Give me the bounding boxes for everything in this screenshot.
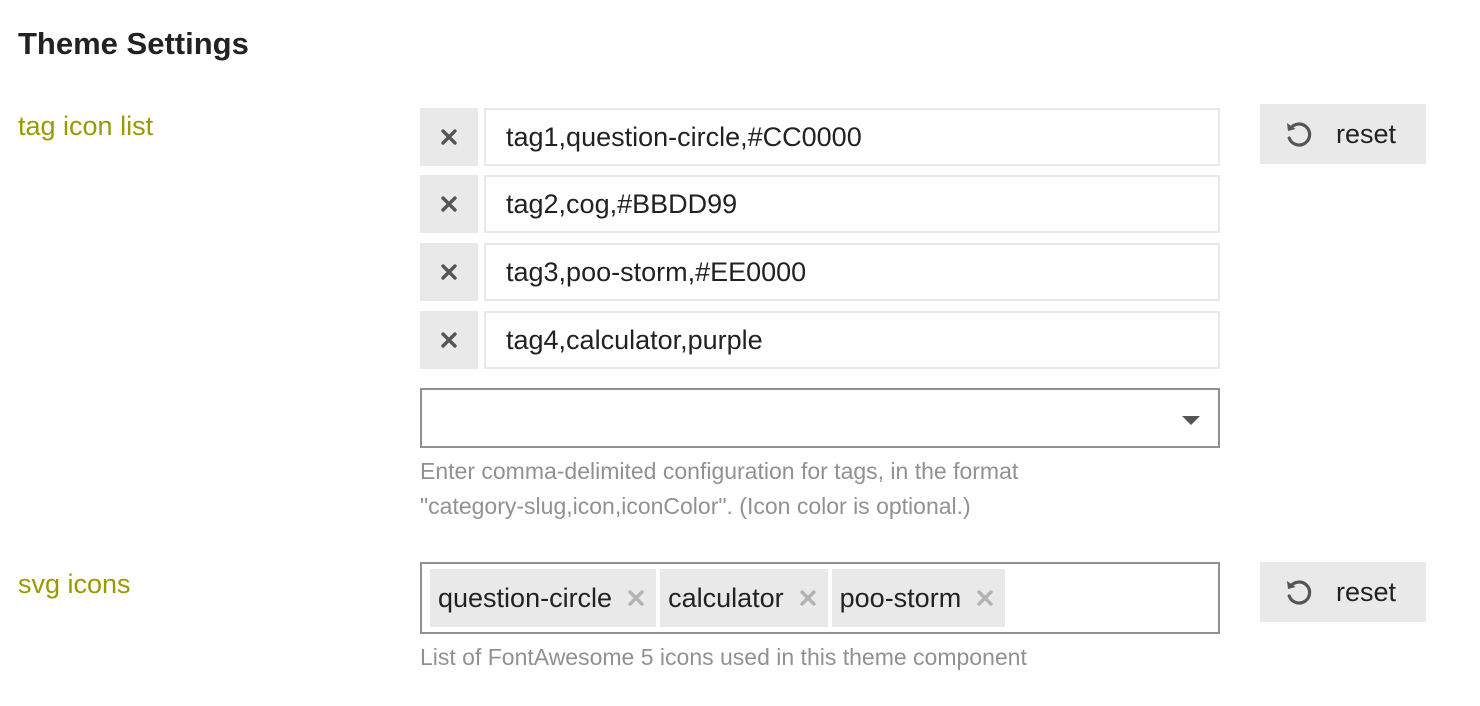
svg-icons-help: List of FontAwesome 5 icons used in this… xyxy=(420,644,1027,670)
remove-value-button[interactable] xyxy=(420,108,478,166)
svg-icons-chooser[interactable]: question-circle calculator poo-storm xyxy=(420,562,1220,634)
page-title: Theme Settings xyxy=(18,26,249,61)
chip[interactable]: calculator xyxy=(660,569,828,627)
remove-value-button[interactable] xyxy=(420,311,478,369)
times-icon xyxy=(441,264,457,280)
times-icon[interactable] xyxy=(975,588,995,608)
list-row xyxy=(420,243,1220,301)
reset-label: reset xyxy=(1336,118,1397,149)
remove-value-button[interactable] xyxy=(420,175,478,233)
reset-label: reset xyxy=(1336,576,1397,607)
chip[interactable]: poo-storm xyxy=(831,569,1006,627)
chip[interactable]: question-circle xyxy=(430,569,657,627)
reset-tag-icon-list-button[interactable]: reset xyxy=(1260,104,1426,164)
times-icon xyxy=(441,196,457,212)
help-line-1: Enter comma-delimited configuration for … xyxy=(420,458,1019,484)
help-line-2: "category-slug,icon,iconColor". (Icon co… xyxy=(420,493,971,519)
times-icon xyxy=(441,332,457,348)
value-input[interactable] xyxy=(484,108,1220,166)
add-value-dropdown[interactable] xyxy=(420,388,1220,448)
caret-down-icon xyxy=(1182,416,1200,425)
undo-icon xyxy=(1284,577,1314,607)
list-row xyxy=(420,311,1220,369)
value-input[interactable] xyxy=(484,243,1220,301)
tag-icon-list-help: Enter comma-delimited configuration for … xyxy=(420,454,1018,524)
chip-label: calculator xyxy=(668,582,784,613)
remove-value-button[interactable] xyxy=(420,243,478,301)
tag-icon-list-label: tag icon list xyxy=(18,111,154,141)
list-row xyxy=(420,108,1220,166)
times-icon[interactable] xyxy=(626,588,646,608)
value-input[interactable] xyxy=(484,175,1220,233)
svg-icons-label: svg icons xyxy=(18,569,131,599)
chip-label: question-circle xyxy=(438,582,613,613)
chip-label: poo-storm xyxy=(839,582,962,613)
undo-icon xyxy=(1284,119,1314,149)
list-row xyxy=(420,175,1220,233)
times-icon xyxy=(441,129,457,145)
reset-svg-icons-button[interactable]: reset xyxy=(1260,562,1426,622)
value-input[interactable] xyxy=(484,311,1220,369)
times-icon[interactable] xyxy=(798,588,818,608)
